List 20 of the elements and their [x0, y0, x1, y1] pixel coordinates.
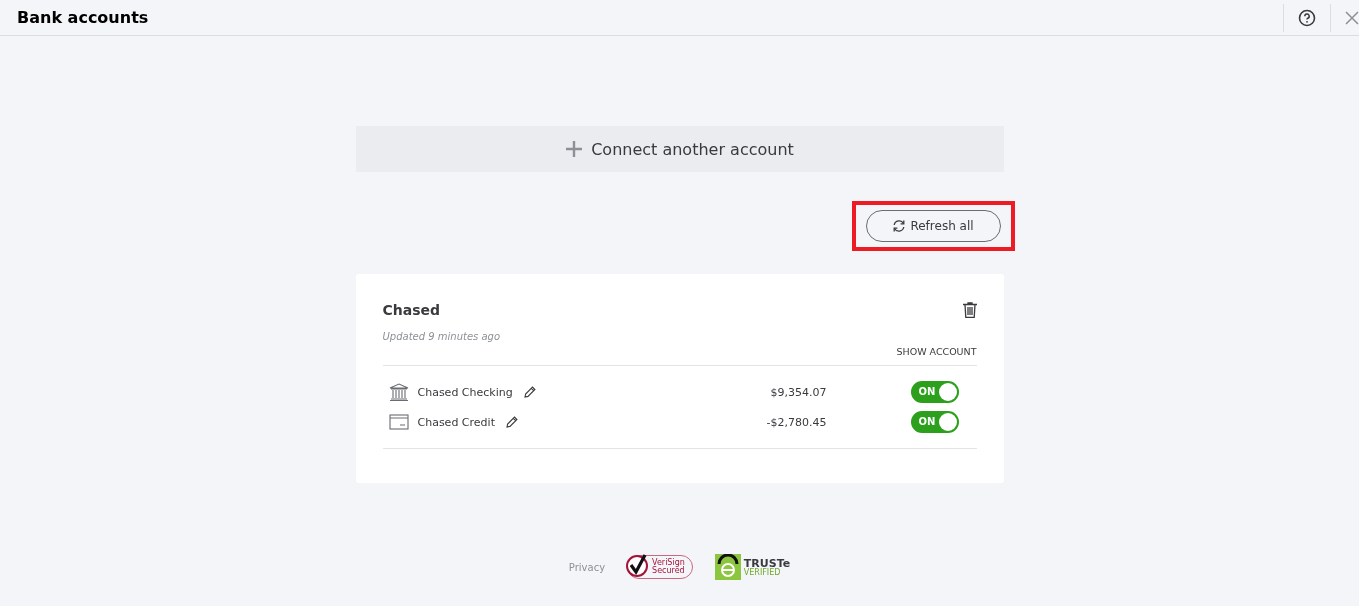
- connect-account-button[interactable]: Connect another account: [355, 126, 1004, 172]
- pencil-icon[interactable]: [523, 386, 536, 398]
- refresh-icon: [892, 219, 907, 233]
- account-balance: $9,354.07: [769, 385, 827, 399]
- pencil-icon[interactable]: [505, 416, 518, 428]
- trash-icon[interactable]: [962, 302, 977, 318]
- window-title: Bank accounts: [17, 8, 149, 27]
- account-balance: -$2,780.45: [765, 415, 827, 429]
- show-account-link[interactable]: SHOW ACCOUNT: [896, 346, 977, 357]
- refresh-all-button[interactable]: Refresh all: [865, 210, 1001, 242]
- truste-seal: TRUSTe VERIFIED: [714, 554, 791, 580]
- account-name: Chased Credit: [417, 415, 495, 429]
- institution-name: Chased: [382, 302, 441, 318]
- bank-icon: [388, 383, 409, 401]
- help-icon[interactable]: [1298, 8, 1316, 27]
- updated-time: Updated 9 minutes ago: [382, 331, 502, 342]
- close-icon[interactable]: [1345, 10, 1359, 25]
- plus-icon: [565, 140, 584, 158]
- account-name: Chased Checking: [417, 385, 513, 399]
- credit-card-icon: [388, 414, 409, 430]
